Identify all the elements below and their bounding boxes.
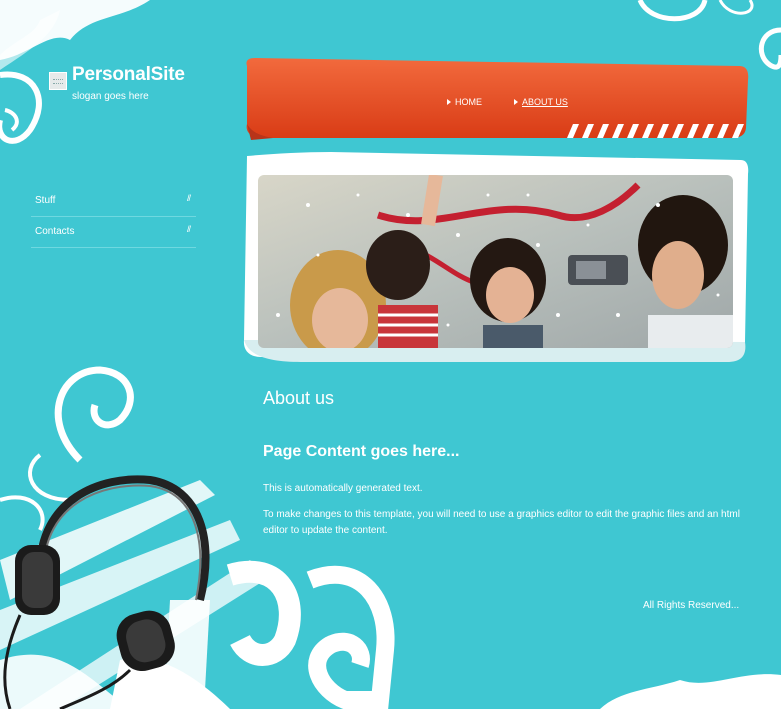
slash-icon: // [186, 193, 191, 203]
content-paragraph: This is automatically generated text. [263, 483, 423, 494]
content-paragraph: To make changes to this template, you wi… [263, 509, 740, 536]
sidebar-item-label: Contacts [35, 226, 75, 237]
nav-about-link[interactable]: ABOUT US [514, 97, 568, 107]
party-photo [258, 175, 733, 348]
site-slogan: slogan goes here [72, 91, 149, 102]
page-title: About us [263, 388, 335, 408]
sidebar-item-contacts[interactable]: Contacts // [31, 217, 196, 248]
sidebar-item-label: Stuff [35, 195, 56, 206]
site-title[interactable]: PersonalSite [72, 64, 185, 86]
arrow-right-icon [514, 99, 518, 105]
content-subheading: Page Content goes here... [263, 443, 460, 460]
top-nav: HOME ABOUT US [447, 97, 568, 107]
sidebar-nav: Stuff // Contacts // [31, 186, 196, 248]
footer-copyright: All Rights Reserved... [643, 600, 740, 611]
sidebar-item-stuff[interactable]: Stuff // [31, 186, 196, 217]
arrow-right-icon [447, 99, 451, 105]
nav-home-link[interactable]: HOME [447, 97, 482, 107]
slash-icon: // [186, 224, 191, 234]
logo-icon [49, 72, 67, 90]
